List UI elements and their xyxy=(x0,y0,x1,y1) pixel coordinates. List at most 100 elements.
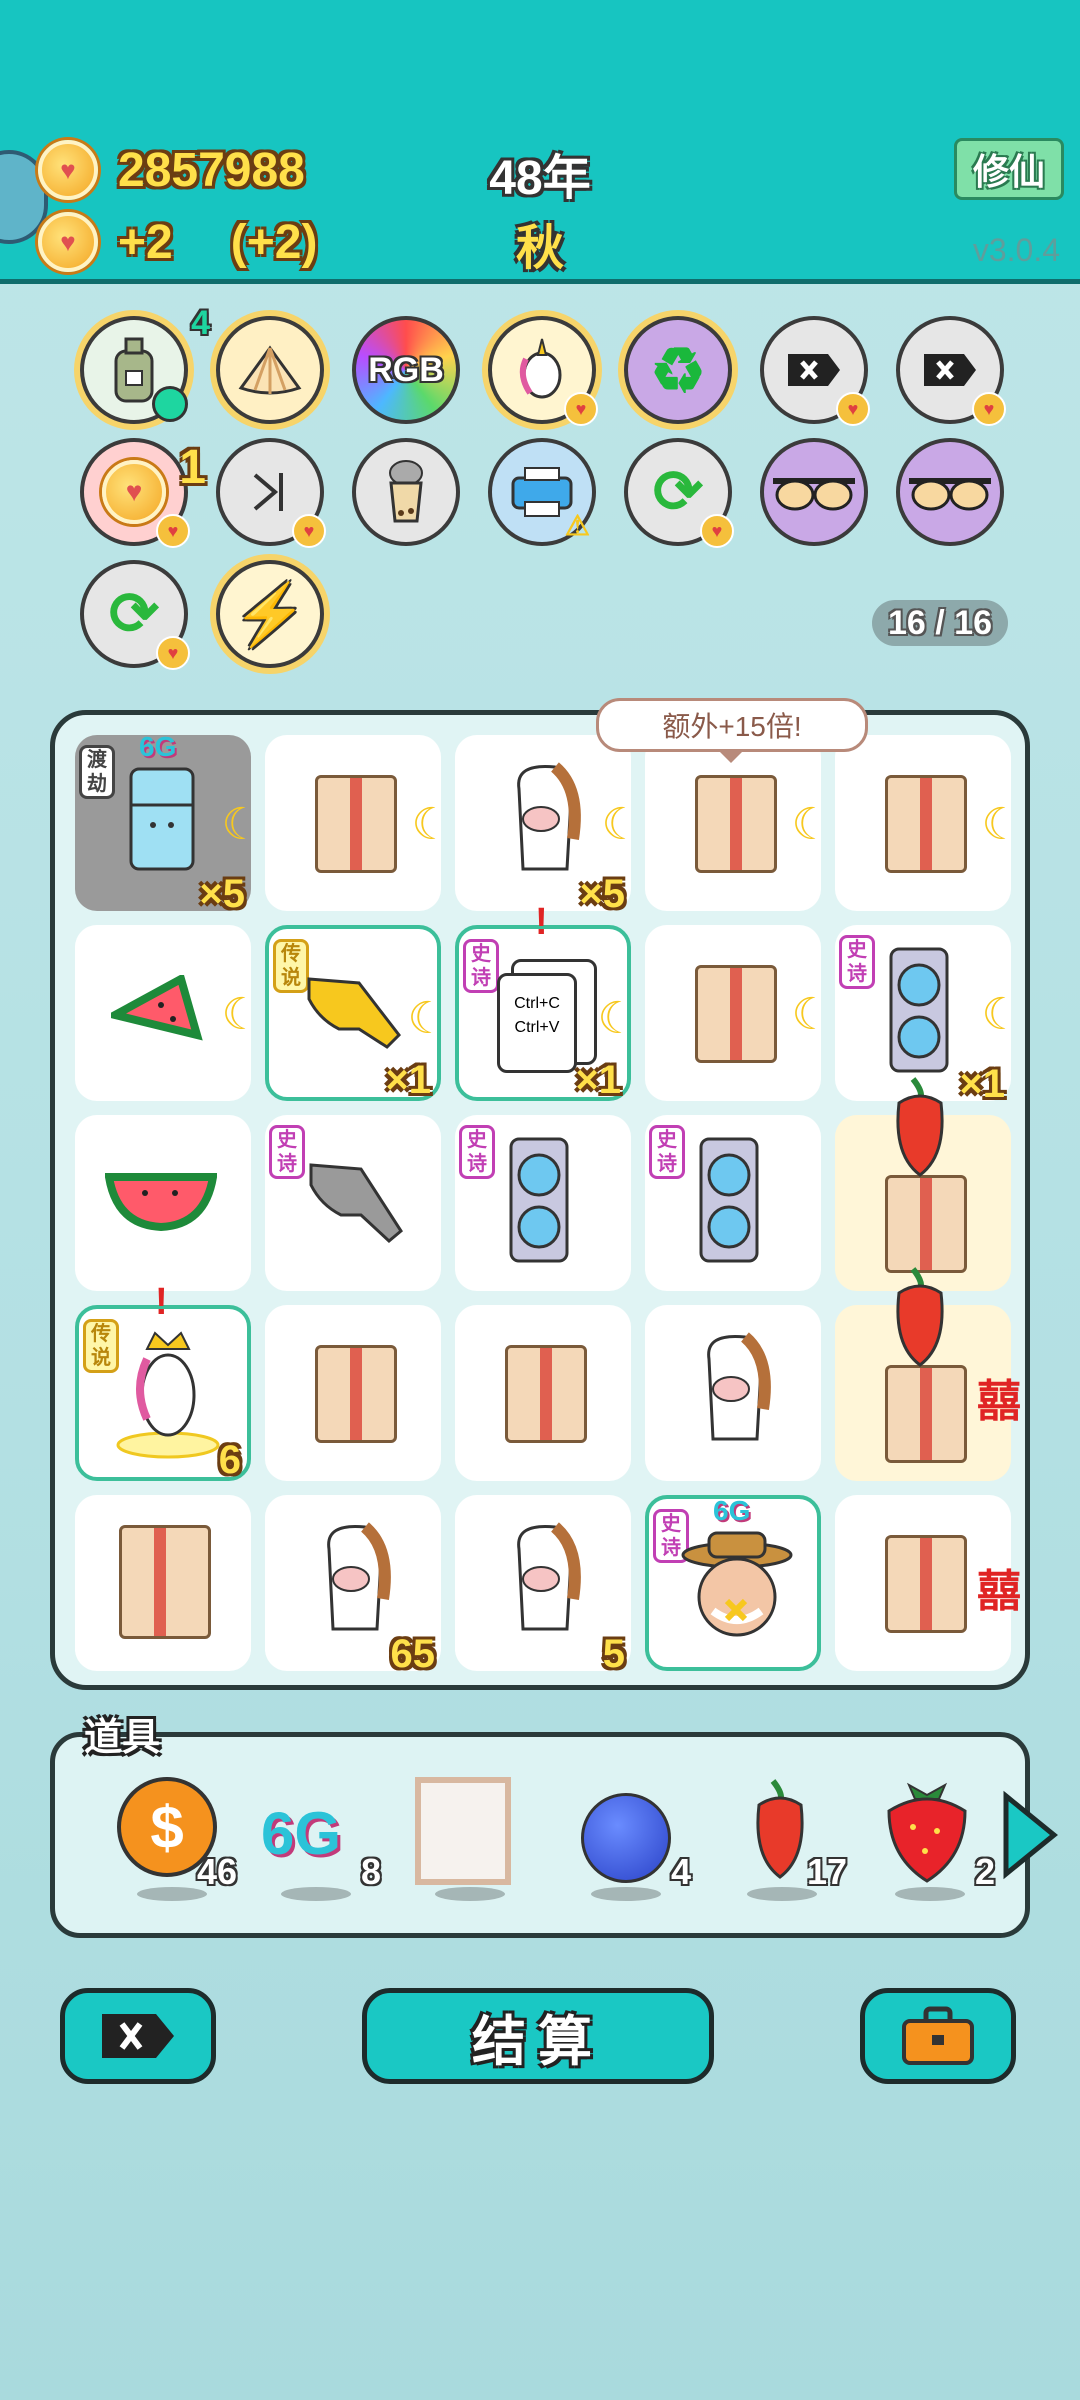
chili-icon xyxy=(756,1779,804,1879)
sunglasses-relic-icon[interactable] xyxy=(760,438,868,546)
heart-badge-icon: ♥ xyxy=(156,514,190,548)
inventory-button[interactable] xyxy=(860,1988,1016,2084)
remove-button[interactable] xyxy=(60,1988,216,2084)
board-cell[interactable]: 渡劫 6G ☾ ×5 xyxy=(75,731,261,916)
item-strawberry[interactable]: 2 xyxy=(875,1777,995,1901)
package-box-icon xyxy=(885,1535,967,1633)
board-cell[interactable] xyxy=(75,1115,251,1291)
item-count: 2 xyxy=(974,1851,995,1892)
relic-badge: 1 xyxy=(179,441,206,494)
board-cell[interactable]: 囍 xyxy=(835,1267,1021,1481)
printer-relic-icon[interactable]: ⚠ xyxy=(488,438,596,546)
board-cell[interactable]: ☾ ×5 xyxy=(455,735,641,916)
top-bar: ♥ 2857988 ♥ +2 (+2) 48年 秋 修仙 v3.0.4 xyxy=(0,0,1080,284)
board-cell[interactable]: ☾ xyxy=(835,735,1021,911)
shell-relic-icon[interactable] xyxy=(216,316,324,424)
coin-total: 2857988 xyxy=(118,143,305,197)
package-box-icon xyxy=(695,775,777,873)
items-panel: $ 46 6G 8 4 17 2 xyxy=(50,1732,1030,1938)
next-arrow-icon[interactable] xyxy=(1000,1790,1060,1880)
tier-tag: 史诗 xyxy=(459,1125,495,1179)
board-cell[interactable]: 5 xyxy=(455,1495,631,1676)
board-cell[interactable]: 传说 ! 6 xyxy=(75,1281,251,1482)
board-cell[interactable]: ☾ xyxy=(75,925,261,1101)
income-bonus: (+2) xyxy=(230,215,318,269)
coin-total-row: ♥ 2857988 xyxy=(38,140,305,200)
package-box-icon xyxy=(315,1345,397,1443)
lightning-relic-icon[interactable]: ⚡ xyxy=(216,560,324,668)
tier-tag: 史诗 xyxy=(463,939,499,993)
item-count: 8 xyxy=(360,1851,381,1892)
copy-paste-icon: Ctrl+C Ctrl+V xyxy=(497,973,577,1073)
old-man-icon xyxy=(681,1531,793,1637)
watermelon-icon xyxy=(105,1173,217,1231)
moon-icon: ☾ xyxy=(981,800,1021,849)
tier-tag: 史诗 xyxy=(839,935,875,989)
item-coin[interactable]: $ 46 xyxy=(117,1777,237,1901)
cultivate-button[interactable]: 修仙 xyxy=(954,138,1064,200)
refresh-relic-icon[interactable]: ⟳ ♥ xyxy=(80,560,190,670)
board-cell[interactable] xyxy=(645,1305,821,1481)
package-box-icon xyxy=(695,965,777,1063)
item-count: 17 xyxy=(806,1851,847,1892)
bonus-tooltip: 额外+15倍! xyxy=(596,698,868,763)
multiplier: 65 xyxy=(390,1632,436,1676)
package-box-icon xyxy=(315,775,397,873)
briefcase-icon xyxy=(902,2006,974,2065)
refresh-relic-icon[interactable]: ⟳ ♥ xyxy=(624,438,734,548)
chili-icon xyxy=(896,1267,944,1367)
heart-badge-icon: ♥ xyxy=(292,514,326,548)
6g-icon: 6G xyxy=(261,1800,342,1867)
moon-icon: ☾ xyxy=(981,990,1021,1039)
item-chili[interactable]: 17 xyxy=(727,1777,847,1901)
sunglasses-relic-icon[interactable] xyxy=(896,438,1004,546)
unicorn-relic-icon[interactable]: ♥ xyxy=(488,316,598,426)
item-frame[interactable] xyxy=(415,1777,525,1901)
item-blueberry[interactable]: 4 xyxy=(571,1777,691,1901)
board-cell[interactable]: ☾ xyxy=(645,925,831,1101)
board-cell[interactable] xyxy=(75,1495,251,1671)
package-box-icon xyxy=(885,775,967,873)
strawberry-icon xyxy=(887,1782,967,1883)
board-cell[interactable]: 囍 xyxy=(835,1495,1021,1671)
board-cell[interactable]: 史诗 xyxy=(265,1115,441,1291)
skip-relic-icon[interactable]: ♥ xyxy=(216,438,326,548)
bubble-tea-relic-icon[interactable] xyxy=(352,438,460,546)
board-cell[interactable] xyxy=(455,1305,631,1481)
rgb-relic-icon[interactable]: RGB xyxy=(352,316,460,424)
tier-tag: 史诗 xyxy=(649,1125,685,1179)
board-cell[interactable]: 史诗 6G xyxy=(645,1495,821,1671)
heart-badge-icon: ♥ xyxy=(156,636,190,670)
board-cell[interactable]: 传说 ☾ ×1 xyxy=(265,925,447,1102)
horse-icon xyxy=(517,762,581,871)
heart-badge-icon: ♥ xyxy=(836,392,870,426)
moon-icon: ☾ xyxy=(791,800,831,849)
board-cell[interactable]: 史诗 ! Ctrl+C Ctrl+V ☾ ×1 xyxy=(455,901,637,1102)
double-happiness-icon: 囍 xyxy=(977,1567,1021,1616)
board-cell[interactable]: ☾ xyxy=(265,735,451,911)
chili-icon xyxy=(896,1077,944,1177)
board-cell[interactable]: 史诗 xyxy=(455,1115,631,1291)
package-box-icon xyxy=(505,1345,587,1443)
remove-relic-icon[interactable]: ♥ xyxy=(760,316,870,426)
remove-relic-icon[interactable]: ♥ xyxy=(896,316,1006,426)
recycle-relic-icon[interactable]: ♻ xyxy=(624,316,732,424)
moon-icon: ☾ xyxy=(407,994,447,1043)
6g-badge: 6G xyxy=(713,1495,751,1526)
multiplier: ×1 xyxy=(575,1058,621,1102)
settle-button[interactable]: 结算 xyxy=(362,1988,714,2084)
moon-icon: ☾ xyxy=(601,800,641,849)
blueberry-icon xyxy=(581,1793,671,1883)
alert-icon: ! xyxy=(155,1281,168,1323)
moon-icon: ☾ xyxy=(221,990,261,1039)
heart-badge-icon: ♥ xyxy=(564,392,598,426)
board-cell[interactable]: 65 xyxy=(265,1495,441,1676)
frame-icon xyxy=(415,1777,511,1885)
moon-icon: ☾ xyxy=(411,800,451,849)
relic-badge: 4 xyxy=(191,304,210,342)
board-cell[interactable] xyxy=(265,1305,441,1481)
coin-stack-relic-icon[interactable]: ♥ 1 ♥ xyxy=(80,438,206,548)
sack-relic-icon[interactable]: 4 xyxy=(80,304,210,424)
board-cell[interactable]: 史诗 xyxy=(645,1115,821,1291)
item-6g[interactable]: 6G 8 xyxy=(261,1777,381,1901)
